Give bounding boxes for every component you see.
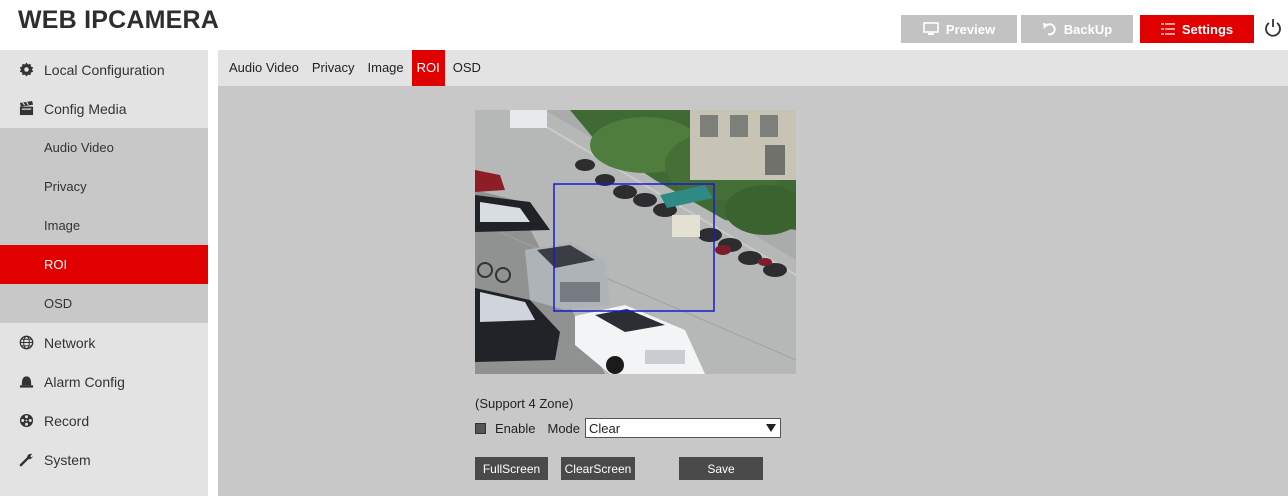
dropdown-arrow-icon	[762, 419, 780, 437]
clearscreen-button[interactable]: ClearScreen	[561, 457, 635, 480]
sidebar-item-label: System	[44, 451, 91, 468]
sidebar-item-label: Alarm Config	[44, 373, 125, 390]
film-reel-icon	[18, 413, 34, 429]
sidebar-item-label: Config Media	[44, 100, 127, 117]
save-button[interactable]: Save	[679, 457, 763, 480]
app-title: WEB IPCAMERA	[18, 6, 220, 34]
bell-icon	[18, 374, 34, 390]
video-preview[interactable]	[475, 110, 796, 374]
tab-audio-video[interactable]: Audio Video	[224, 50, 304, 86]
zone-support-note: (Support 4 Zone)	[475, 396, 574, 411]
sidebar-subitem-image[interactable]: Image	[0, 206, 208, 245]
sidebar-item-label: Record	[44, 412, 90, 429]
preview-label: Preview	[945, 21, 996, 37]
tab-osd[interactable]: OSD	[448, 50, 486, 86]
sidebar-subitem-roi[interactable]: ROI	[0, 245, 208, 284]
sidebar-subitem-audio-video[interactable]: Audio Video	[0, 128, 208, 167]
mode-select[interactable]: Clear	[585, 418, 782, 438]
sidebar-item-record[interactable]: Record	[0, 401, 208, 440]
roi-controls: Enable Mode Clear	[475, 418, 782, 438]
sidebar-item-label: Network	[44, 334, 96, 351]
monitor-icon	[923, 22, 939, 35]
undo-icon	[1042, 23, 1056, 36]
roi-panel: (Support 4 Zone) Enable Mode Clear FullS…	[218, 86, 1288, 496]
sidebar-subitem-osd[interactable]: OSD	[0, 284, 208, 323]
list-icon	[1160, 22, 1175, 35]
mode-select-value: Clear	[589, 420, 621, 436]
tab-bar: Audio Video Privacy Image ROI OSD	[218, 50, 1288, 86]
header: WEB IPCAMERA Preview BackUp Settings	[0, 0, 1288, 43]
enable-checkbox[interactable]	[475, 422, 486, 434]
tab-privacy[interactable]: Privacy	[307, 50, 360, 86]
backup-button[interactable]: BackUp	[1021, 15, 1133, 43]
tab-roi[interactable]: ROI	[411, 50, 445, 86]
sidebar-item-system[interactable]: System	[0, 440, 208, 479]
settings-button[interactable]: Settings	[1140, 15, 1254, 43]
preview-button[interactable]: Preview	[901, 15, 1017, 43]
sidebar-item-config-media[interactable]: Config Media	[0, 89, 208, 128]
clapperboard-icon	[18, 101, 34, 117]
globe-icon	[18, 335, 34, 351]
mode-label: Mode	[547, 420, 581, 436]
tab-image[interactable]: Image	[363, 50, 409, 86]
sidebar-item-local-configuration[interactable]: Local Configuration	[0, 50, 208, 89]
sidebar-subitem-privacy[interactable]: Privacy	[0, 167, 208, 206]
fullscreen-button[interactable]: FullScreen	[475, 457, 548, 480]
sidebar-item-label: Local Configuration	[44, 61, 165, 78]
power-icon[interactable]	[1263, 18, 1283, 38]
sidebar-item-alarm-config[interactable]: Alarm Config	[0, 362, 208, 401]
enable-label: Enable	[495, 420, 536, 436]
wrench-icon	[18, 452, 34, 468]
settings-label: Settings	[1181, 21, 1234, 37]
sidebar-item-network[interactable]: Network	[0, 323, 208, 362]
gear-icon	[18, 62, 34, 78]
backup-label: BackUp	[1063, 21, 1113, 37]
sidebar: Local Configuration Config Media Audio V…	[0, 50, 208, 496]
